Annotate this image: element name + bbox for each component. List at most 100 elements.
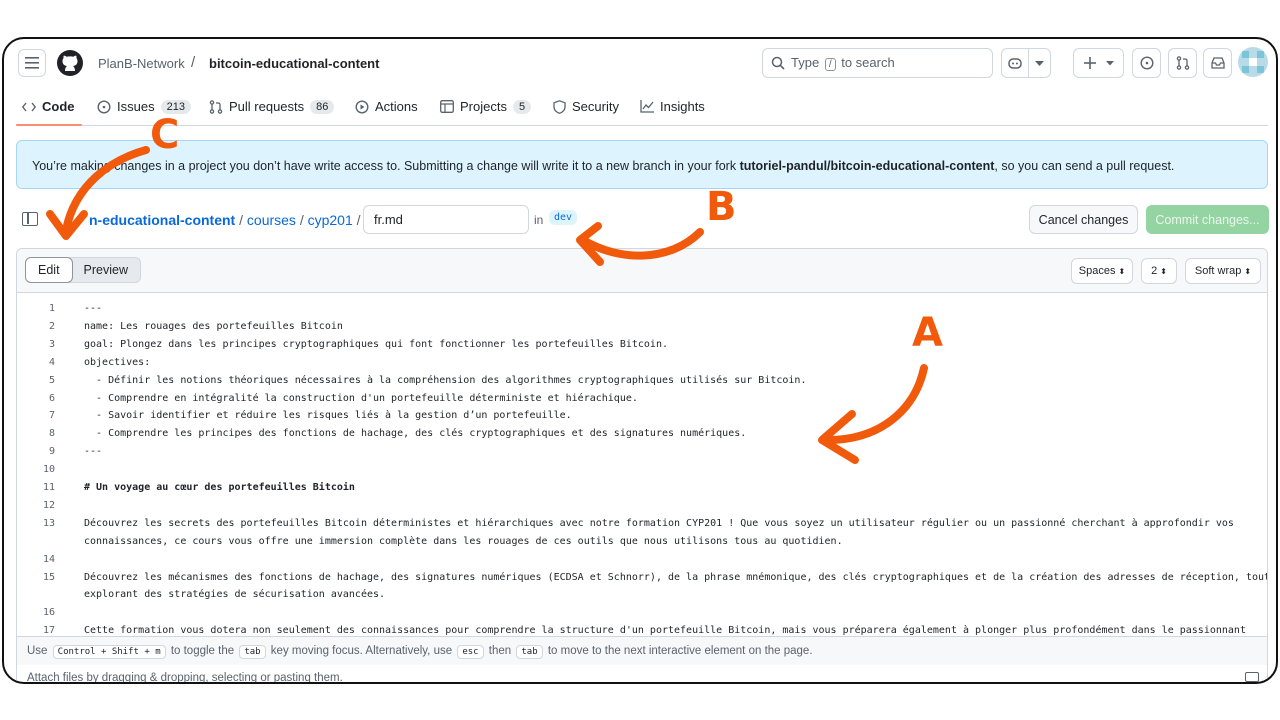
annotation-label-a: A (912, 310, 943, 356)
tab-projects-label: Projects (460, 99, 507, 114)
edit-preview-toggle: Edit Preview (25, 257, 142, 283)
indent-size-value: 2 (1151, 265, 1158, 277)
inbox-icon (1210, 57, 1225, 69)
create-new-button[interactable] (1073, 48, 1124, 78)
breadcrumb-repo[interactable]: bitcoin-educational-content (209, 56, 379, 71)
path-cyp201-link[interactable]: cyp201 (308, 212, 353, 228)
hint-text: then (488, 645, 512, 657)
search-placeholder-post: to search (841, 55, 895, 70)
line-number: 5 (48, 374, 55, 386)
hint-key: Control + Shift + m (52, 645, 166, 659)
line-number: 11 (42, 482, 55, 493)
tab-security-label: Security (572, 99, 619, 114)
code-line-wrap: connaissances, ce cours vous offre une i… (84, 535, 843, 547)
filename-input[interactable]: fr.md (363, 205, 529, 234)
search-placeholder-pre: Type (791, 55, 820, 70)
issues-button[interactable] (1132, 48, 1161, 78)
hint-text: key moving focus. Alternatively, use (270, 645, 453, 657)
code-line: Cette formation vous dotera non seulemen… (84, 625, 1246, 636)
line-number: 16 (42, 607, 55, 619)
wrap-mode-select[interactable]: Soft wrap ⬍ (1185, 258, 1261, 284)
chevron-down-icon (1035, 61, 1044, 66)
copilot-icon (1008, 58, 1022, 69)
tab-projects-count: 5 (512, 99, 532, 114)
fork-notice: You’re making changes in a project you d… (16, 140, 1268, 189)
tab-preview[interactable]: Preview (72, 258, 140, 282)
tab-security[interactable]: Security (553, 99, 619, 114)
breadcrumb-owner[interactable]: PlanB-Network (98, 56, 185, 71)
breadcrumb-separator: / (191, 54, 196, 71)
path-repo-link[interactable]: n-educational-content (89, 212, 235, 228)
header: PlanB-Network / bitcoin-educational-cont… (16, 39, 1268, 91)
annotation-label-c: C (150, 112, 180, 158)
line-number: 3 (48, 338, 55, 350)
tab-insights[interactable]: Insights (640, 99, 705, 114)
branch-badge: dev (549, 210, 578, 225)
path-courses-link[interactable]: courses (247, 212, 296, 228)
hamburger-icon (25, 57, 39, 69)
file-path-row: n-educational-content / courses / cyp201… (16, 204, 1269, 236)
copilot-button[interactable] (1001, 48, 1051, 78)
tab-actions-label: Actions (375, 99, 418, 114)
inbox-button[interactable] (1203, 48, 1232, 78)
sidepanel-icon[interactable] (22, 212, 38, 226)
cancel-changes-button[interactable]: Cancel changes (1029, 205, 1138, 234)
line-number: 14 (42, 553, 55, 565)
active-tab-indicator (16, 124, 82, 126)
search-input[interactable]: Type / to search (762, 48, 993, 78)
tab-pull-requests[interactable]: Pull requests 86 (209, 99, 335, 114)
line-number: 15 (42, 571, 55, 583)
path-separator: / (356, 212, 361, 228)
path-separator: / (299, 212, 304, 228)
github-page: PlanB-Network / bitcoin-educational-cont… (16, 39, 1269, 684)
in-label: in (534, 213, 544, 227)
code-line: Découvrez les mécanismes des fonctions d… (84, 571, 1267, 583)
line-number: 17 (42, 625, 55, 636)
graph-icon (640, 100, 654, 113)
notice-text: You’re making changes in a project you d… (32, 159, 740, 173)
tab-actions[interactable]: Actions (355, 99, 418, 114)
indent-mode-select[interactable]: Spaces ⬍ (1071, 258, 1133, 284)
avatar[interactable] (1238, 47, 1268, 77)
pull-request-icon (209, 99, 223, 114)
select-arrows-icon: ⬍ (1118, 266, 1126, 276)
line-number: 9 (48, 446, 55, 458)
hint-key: esc (457, 645, 484, 659)
attach-files-text: Attach files by dragging & dropping, sel… (27, 672, 343, 684)
line-number: 1 (48, 303, 55, 314)
tab-code[interactable]: Code (22, 99, 75, 114)
tab-code-label: Code (42, 99, 75, 114)
menu-button[interactable] (18, 49, 46, 77)
code-editor: Edit Preview Spaces ⬍ 2 ⬍ Soft wrap ⬍ 1 -… (16, 248, 1268, 684)
github-logo-icon[interactable] (56, 49, 84, 77)
code-area[interactable]: 1 --- 2 name: Les rouages des portefeuilles… (17, 303, 1267, 636)
line-number: 8 (48, 428, 55, 440)
code-line: objectives: (84, 356, 151, 368)
line-number: 4 (48, 356, 55, 368)
wrap-mode-value: Soft wrap (1194, 265, 1242, 277)
avatar-identicon-icon (1242, 51, 1264, 73)
tab-projects[interactable]: Projects 5 (440, 99, 532, 114)
attach-files-bar[interactable]: Attach files by dragging & dropping, sel… (17, 666, 1267, 684)
code-line: - Définir les notions théoriques nécessa… (84, 374, 807, 386)
tab-issues-label: Issues (117, 99, 155, 114)
issue-icon (1139, 56, 1154, 70)
pull-requests-button[interactable] (1168, 48, 1197, 78)
indent-size-select[interactable]: 2 ⬍ (1141, 258, 1177, 284)
annotation-label-b: B (706, 184, 737, 230)
browser-frame: PlanB-Network / bitcoin-educational-cont… (2, 37, 1278, 684)
line-number: 7 (48, 410, 55, 422)
code-line: - Savoir identifier et réduire les risqu… (84, 410, 572, 422)
hint-text: to move to the next interactive element … (547, 645, 813, 657)
hint-key: tab (239, 645, 266, 659)
pull-request-icon (1176, 56, 1189, 70)
code-icon (22, 102, 36, 111)
breadcrumb: n-educational-content / courses / cyp201… (89, 212, 361, 228)
tab-edit[interactable]: Edit (25, 257, 73, 283)
shield-icon (553, 99, 566, 114)
hint-text: Use (27, 645, 48, 657)
commit-changes-button[interactable]: Commit changes... (1146, 205, 1269, 234)
notice-text-end: , so you can send a pull request. (994, 159, 1175, 173)
code-line: - Comprendre les principes des fonctions… (84, 428, 747, 440)
search-icon (771, 56, 785, 70)
